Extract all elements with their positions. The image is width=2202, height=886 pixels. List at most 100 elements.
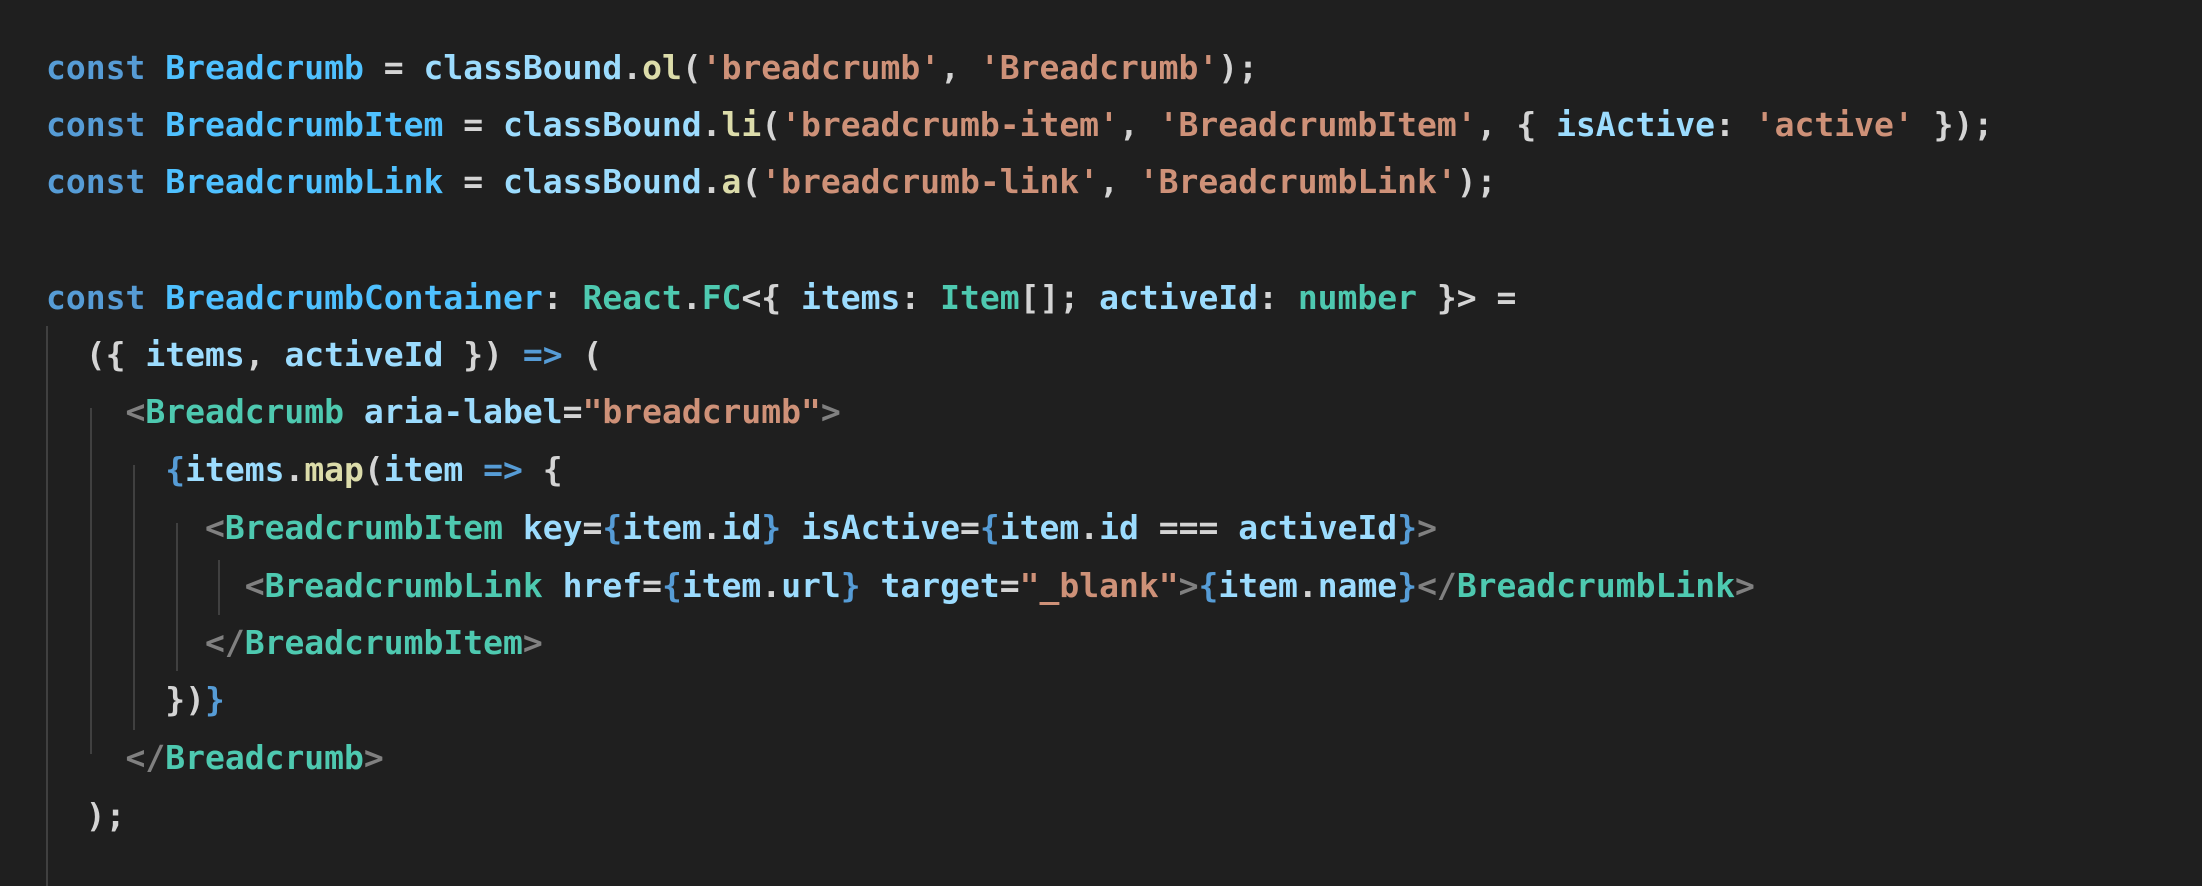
code-token: target bbox=[880, 566, 1000, 605]
code-token: : bbox=[1258, 278, 1298, 317]
code-token: item bbox=[1218, 566, 1298, 605]
code-token: }); bbox=[1913, 105, 1994, 144]
code-token: url bbox=[781, 566, 841, 605]
code-token: classBound bbox=[502, 105, 702, 144]
code-token: const bbox=[46, 278, 146, 317]
code-token: }) bbox=[443, 335, 523, 374]
code-line[interactable]: {items.map(item => { bbox=[46, 441, 563, 498]
code-token: { bbox=[165, 450, 186, 489]
code-token: ({ bbox=[46, 335, 146, 374]
code-token: , bbox=[244, 335, 285, 374]
code-token: } bbox=[1397, 566, 1418, 605]
code-token: ); bbox=[46, 796, 126, 835]
code-token: , { bbox=[1476, 105, 1557, 144]
code-token: item bbox=[622, 508, 702, 547]
code-token: . bbox=[622, 48, 643, 87]
code-token: } bbox=[840, 566, 861, 605]
code-token: isActive bbox=[801, 508, 961, 547]
code-token: classBound bbox=[502, 162, 702, 201]
code-token: 'BreadcrumbLink' bbox=[1138, 162, 1457, 201]
code-token: const bbox=[46, 105, 146, 144]
code-line[interactable]: const BreadcrumbLink = classBound.a('bre… bbox=[46, 153, 1496, 210]
code-token: . bbox=[701, 508, 722, 547]
code-token: 'Breadcrumb' bbox=[979, 48, 1219, 87]
code-token: 'breadcrumb-item' bbox=[781, 105, 1119, 144]
code-token: . bbox=[1297, 566, 1318, 605]
code-line[interactable]: ({ items, activeId }) => ( bbox=[46, 326, 603, 383]
code-token: === bbox=[1138, 508, 1239, 547]
code-line[interactable]: </Breadcrumb> bbox=[46, 729, 383, 786]
code-token: activeId bbox=[284, 335, 444, 374]
code-line[interactable]: const BreadcrumbContainer: React.FC<{ it… bbox=[46, 269, 1516, 326]
code-line[interactable]: ); bbox=[46, 787, 126, 844]
code-token: activeId bbox=[1238, 508, 1398, 547]
code-line[interactable]: const BreadcrumbItem = classBound.li('br… bbox=[46, 96, 1993, 153]
code-token: { bbox=[979, 508, 1000, 547]
code-token: { bbox=[522, 450, 563, 489]
code-token: = bbox=[562, 392, 583, 431]
code-token: item bbox=[999, 508, 1080, 547]
code-token: = bbox=[642, 566, 662, 605]
code-line[interactable]: <Breadcrumb aria-label="breadcrumb"> bbox=[46, 383, 841, 440]
code-editor[interactable]: const Breadcrumb = classBound.ol('breadc… bbox=[0, 0, 2202, 886]
code-line[interactable]: </BreadcrumbItem> bbox=[46, 614, 543, 671]
code-token: > bbox=[820, 392, 841, 431]
code-token: }> = bbox=[1417, 278, 1517, 317]
code-token: "_blank" bbox=[1019, 566, 1179, 605]
code-token: ( bbox=[681, 48, 702, 87]
code-token: id bbox=[721, 508, 762, 547]
code-token: < bbox=[244, 566, 265, 605]
code-token: = bbox=[999, 566, 1020, 605]
code-token: } bbox=[204, 680, 225, 719]
code-line[interactable]: const Breadcrumb = classBound.ol('breadc… bbox=[46, 39, 1258, 96]
code-token: activeId bbox=[1099, 278, 1259, 317]
code-token: BreadcrumbLink bbox=[264, 566, 543, 605]
code-token: classBound bbox=[423, 48, 623, 87]
code-token: . bbox=[284, 450, 305, 489]
code-token: </ bbox=[204, 623, 245, 662]
code-token: ); bbox=[1218, 48, 1259, 87]
code-token: : bbox=[542, 278, 583, 317]
code-token: Breadcrumb bbox=[165, 738, 364, 777]
code-token: aria-label bbox=[363, 392, 563, 431]
code-token: ( bbox=[363, 450, 384, 489]
code-token: id bbox=[1099, 508, 1139, 547]
code-token: 'breadcrumb' bbox=[701, 48, 941, 87]
code-token: 'breadcrumb-link' bbox=[761, 162, 1100, 201]
code-token: React bbox=[582, 278, 682, 317]
code-token: Item bbox=[940, 278, 1020, 317]
code-token: > bbox=[1734, 566, 1755, 605]
code-token: 'active' bbox=[1754, 105, 1914, 144]
code-token: FC bbox=[701, 278, 742, 317]
code-token: . bbox=[761, 566, 782, 605]
code-token: > bbox=[1417, 508, 1437, 547]
code-token: map bbox=[304, 450, 364, 489]
code-line[interactable]: })} bbox=[46, 671, 225, 728]
code-token: href bbox=[562, 566, 643, 605]
code-token: > bbox=[1178, 566, 1199, 605]
code-line[interactable]: <BreadcrumbItem key={item.id} isActive={… bbox=[46, 499, 1437, 556]
code-token: ( bbox=[761, 105, 782, 144]
code-line[interactable]: <BreadcrumbLink href={item.url} target="… bbox=[46, 557, 1755, 614]
code-token: name bbox=[1317, 566, 1398, 605]
code-token: ol bbox=[642, 48, 682, 87]
code-token: < bbox=[125, 392, 146, 431]
code-token: </ bbox=[1417, 566, 1457, 605]
code-token: BreadcrumbItem bbox=[165, 105, 444, 144]
code-token: a bbox=[721, 162, 742, 201]
code-token: , bbox=[1099, 162, 1139, 201]
code-token: items bbox=[801, 278, 901, 317]
code-token: = bbox=[363, 48, 424, 87]
